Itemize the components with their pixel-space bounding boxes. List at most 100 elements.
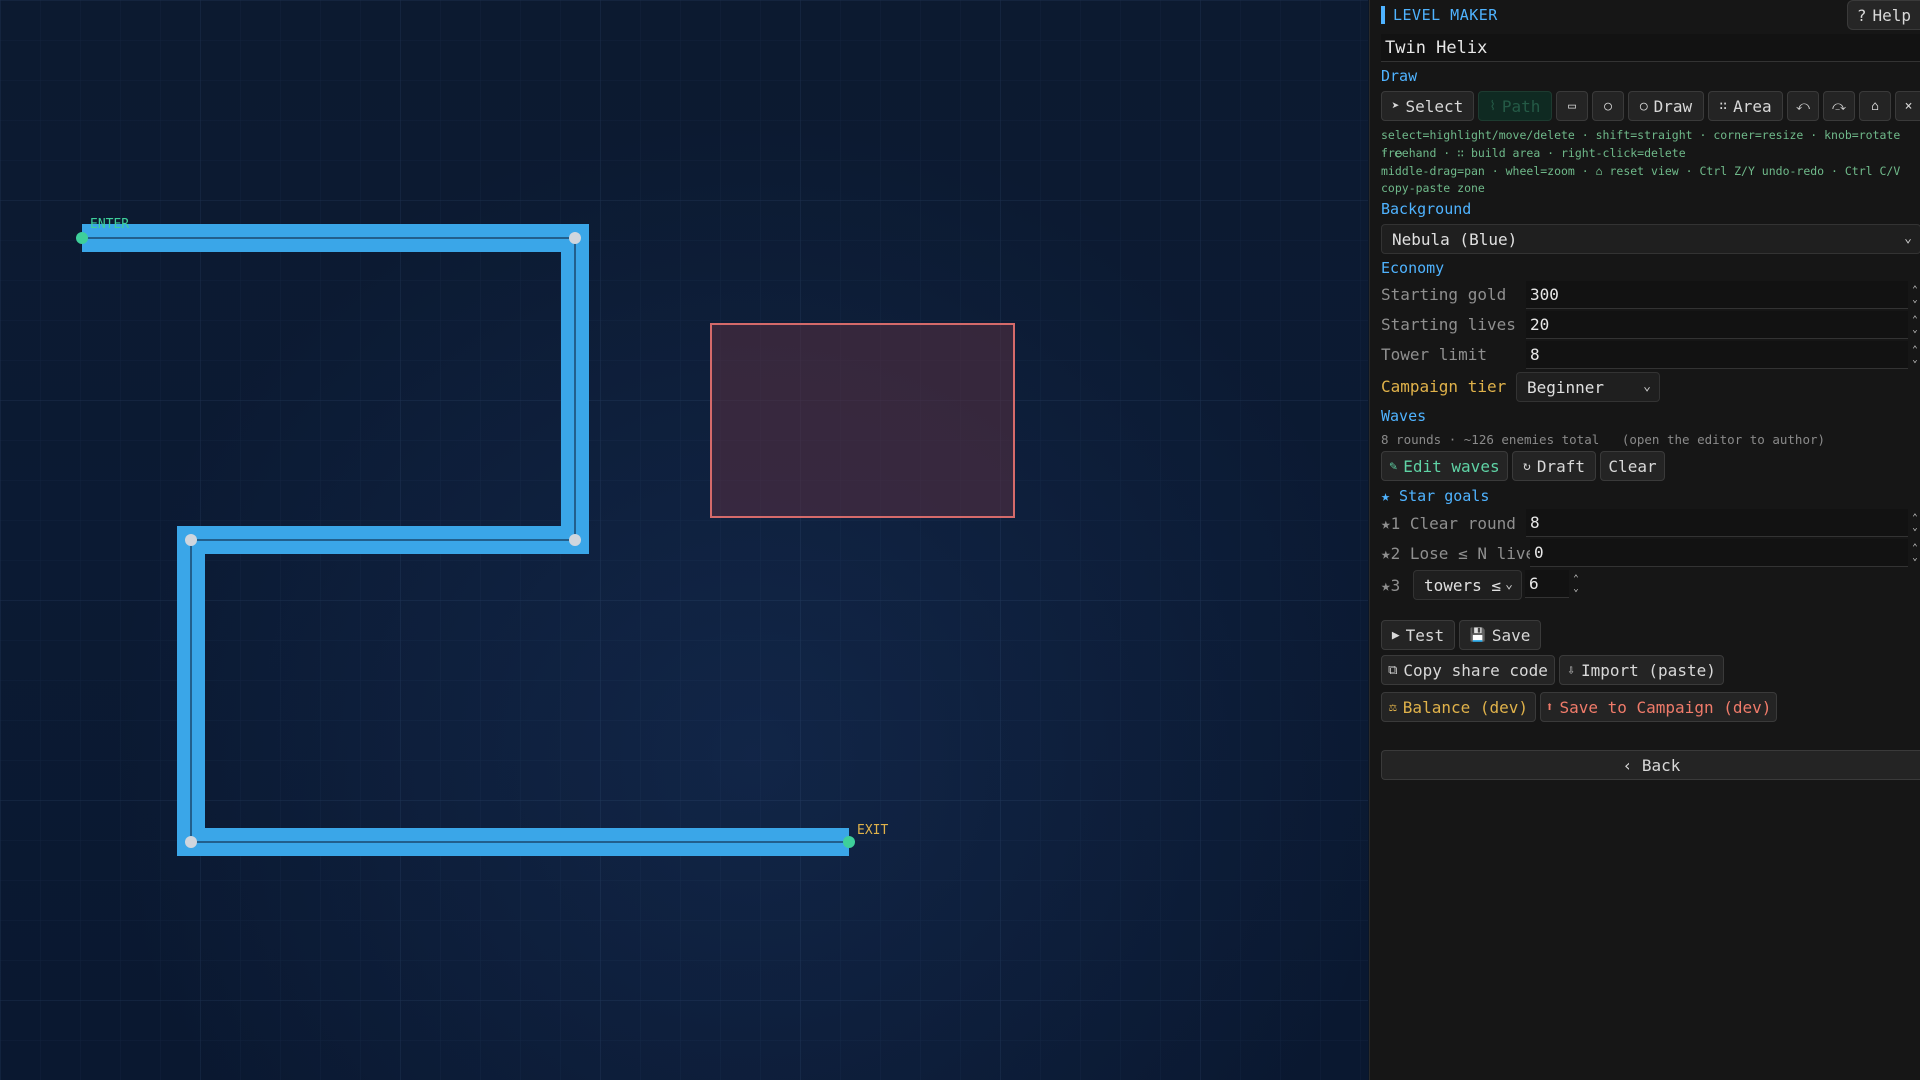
- edit-waves-label: Edit waves: [1403, 456, 1500, 476]
- starting-lives-stepper[interactable]: ⌃ ⌄: [1909, 313, 1920, 337]
- draft-waves-button[interactable]: ↻ Draft: [1512, 451, 1596, 481]
- accent-bar: [1381, 6, 1385, 24]
- exit-point[interactable]: [843, 836, 855, 848]
- goal1-value: 8: [1530, 513, 1540, 532]
- back-button[interactable]: ‹ Back: [1381, 750, 1920, 780]
- background-heading: Background: [1381, 200, 1472, 218]
- panel-header: LEVEL MAKER: [1381, 6, 1498, 24]
- draw-hint-2: freehand · ∷ build area · right-click=de…: [1381, 146, 1686, 160]
- chevron-down-icon: ⌄: [1505, 577, 1513, 592]
- area-icon: ∷: [1719, 98, 1728, 114]
- goal3-type-selected: towers ≤: [1424, 575, 1502, 595]
- area-tool-label: Area: [1733, 96, 1772, 116]
- select-tool-button[interactable]: ➤ Select: [1381, 91, 1474, 121]
- canvas-svg[interactable]: ENTER EXIT: [0, 0, 1368, 1080]
- draw-heading: Draw: [1381, 67, 1418, 85]
- starting-gold-label: Starting gold: [1381, 285, 1507, 304]
- tower-limit-input[interactable]: 8: [1526, 341, 1908, 369]
- help-label: Help: [1872, 5, 1911, 25]
- import-label: Import (paste): [1580, 660, 1716, 680]
- undo-icon: ⤺: [1796, 98, 1810, 114]
- save-to-campaign-label: Save to Campaign (dev): [1559, 697, 1772, 717]
- goal3-value: 6: [1529, 574, 1539, 593]
- path-tool-label: Path: [1501, 96, 1541, 116]
- goal2-stepper[interactable]: ⌃ ⌄: [1909, 541, 1920, 565]
- starting-lives-value: 20: [1530, 315, 1550, 334]
- rectangle-tool-button[interactable]: ▭: [1556, 91, 1588, 121]
- goal2-label: ★2 Lose ≤ N lives: [1381, 544, 1545, 563]
- campaign-tier-select[interactable]: Beginner ⌄: [1516, 372, 1660, 402]
- play-icon: ▶: [1391, 627, 1400, 643]
- draw-tool-label: Draw: [1653, 96, 1693, 116]
- copy-share-code-button[interactable]: ⧉ Copy share code: [1381, 655, 1555, 685]
- enter-point[interactable]: [76, 232, 88, 244]
- starting-lives-input[interactable]: 20: [1526, 311, 1908, 339]
- reset-view-button[interactable]: ⌂: [1859, 91, 1891, 121]
- undo-button[interactable]: ⤺: [1787, 91, 1819, 121]
- import-button[interactable]: ⇩ Import (paste): [1559, 655, 1724, 685]
- tower-limit-label: Tower limit: [1381, 345, 1487, 364]
- goal1-input[interactable]: 8: [1526, 509, 1908, 537]
- path-node[interactable]: [185, 836, 197, 848]
- circle-tool-button[interactable]: ○: [1592, 91, 1624, 121]
- chevron-down-icon: ⌄: [1904, 231, 1912, 246]
- draw-hint-4: copy-paste zone: [1381, 181, 1485, 195]
- goal2-input[interactable]: 0: [1530, 539, 1908, 567]
- redo-button[interactable]: ⤼: [1823, 91, 1855, 121]
- pencil-icon: ✎: [1389, 458, 1398, 474]
- level-maker-panel: LEVEL MAKER ? Help Draw ➤ Select ⌇ Path …: [1369, 0, 1920, 1080]
- edit-waves-button[interactable]: ✎ Edit waves: [1381, 451, 1508, 481]
- select-tool-label: Select: [1405, 96, 1464, 116]
- waves-summary: 8 rounds · ~126 enemies total: [1381, 432, 1600, 447]
- refresh-icon: ↻: [1523, 458, 1531, 474]
- tower-limit-stepper[interactable]: ⌃ ⌄: [1909, 343, 1920, 367]
- level-name-input[interactable]: [1381, 34, 1920, 62]
- question-icon: ?: [1856, 5, 1867, 25]
- background-selected: Nebula (Blue): [1392, 229, 1518, 249]
- path-node[interactable]: [569, 232, 581, 244]
- circle-icon: ○: [1604, 98, 1612, 114]
- path-icon: ⌇: [1489, 98, 1496, 114]
- save-label: Save: [1491, 625, 1531, 645]
- starting-gold-stepper[interactable]: ⌃ ⌄: [1909, 283, 1920, 307]
- save-to-campaign-button[interactable]: ⬆ Save to Campaign (dev): [1540, 692, 1777, 722]
- test-button[interactable]: ▶ Test: [1381, 620, 1455, 650]
- starting-gold-input[interactable]: 300: [1526, 281, 1908, 309]
- close-icon: ×: [1904, 98, 1913, 114]
- path-node[interactable]: [569, 534, 581, 546]
- tower-limit-value: 8: [1530, 345, 1540, 364]
- goal3-stepper[interactable]: ⌃ ⌄: [1570, 572, 1582, 596]
- goal3-type-select[interactable]: towers ≤ ⌄: [1413, 570, 1522, 600]
- copy-share-code-label: Copy share code: [1403, 660, 1548, 680]
- home-icon: ⌂: [1871, 98, 1879, 114]
- goal3-input[interactable]: 6: [1525, 570, 1569, 598]
- draw-hint-3: middle-drag=pan · wheel=zoom · ⌂ reset v…: [1381, 164, 1901, 178]
- scale-icon: ⚖: [1388, 699, 1397, 715]
- goal2-value: 0: [1534, 543, 1544, 562]
- redo-icon: ⤼: [1832, 98, 1846, 114]
- level-canvas[interactable]: ENTER EXIT: [0, 0, 1368, 1080]
- goal3-label: ★3: [1381, 576, 1401, 595]
- download-icon: ⇩: [1567, 662, 1575, 678]
- build-zone[interactable]: [710, 323, 1015, 518]
- save-button[interactable]: 💾 Save: [1459, 620, 1541, 650]
- campaign-tier-label: Campaign tier: [1381, 377, 1507, 396]
- copy-icon: ⧉: [1388, 662, 1398, 678]
- clear-canvas-button[interactable]: ×: [1895, 91, 1920, 121]
- panel-title: LEVEL MAKER: [1393, 6, 1498, 24]
- path-node[interactable]: [185, 534, 197, 546]
- goal1-stepper[interactable]: ⌃ ⌄: [1909, 511, 1920, 535]
- freehand-draw-button[interactable]: ○ Draw: [1628, 91, 1704, 121]
- area-tool-button[interactable]: ∷ Area: [1708, 91, 1783, 121]
- help-button[interactable]: ? Help: [1846, 0, 1920, 30]
- balance-dev-button[interactable]: ⚖ Balance (dev): [1381, 692, 1536, 722]
- clear-waves-button[interactable]: Clear: [1600, 451, 1665, 481]
- goal1-label: ★1 Clear round: [1381, 514, 1516, 533]
- waves-note: (open the editor to author): [1621, 432, 1826, 447]
- enter-label: ENTER: [90, 217, 129, 232]
- background-select[interactable]: Nebula (Blue) ⌄: [1381, 224, 1920, 254]
- exit-label: EXIT: [857, 823, 888, 838]
- cursor-icon: ➤: [1391, 98, 1400, 114]
- path-tool-button[interactable]: ⌇ Path: [1478, 91, 1552, 121]
- back-label: ‹ Back: [1622, 755, 1681, 775]
